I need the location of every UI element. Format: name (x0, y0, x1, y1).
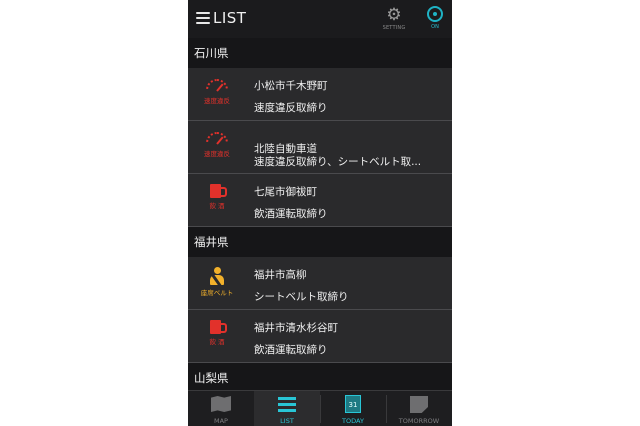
speed-violation-tag: 速度違反 (204, 150, 230, 158)
gear-icon: ⚙ (386, 5, 402, 25)
list-item[interactable]: 速度違反 北陸自動車道 速度違反取締り、シートベルト取... (188, 121, 452, 174)
speed-violation-tag: 速度違反 (204, 97, 230, 105)
seatbelt-tag: 座席ベルト (200, 289, 234, 297)
calendar-page-icon (410, 396, 428, 413)
tab-tomorrow-label: TOMORROW (398, 417, 440, 425)
radar-icon (427, 6, 443, 22)
list-item-kind: 飲酒運転取締り (254, 344, 328, 356)
list-item[interactable]: 座席ベルト 福井市高柳 シートベルト取締り (188, 257, 452, 310)
drunk-driving-tag: 飲 酒 (209, 338, 225, 346)
enforcement-list: 石川県 速度違反 小松市千木野町 速度違反取締り 速度違反 北陸自動車道 速度違… (188, 38, 452, 393)
tab-list[interactable]: LIST (254, 391, 320, 426)
list-item-kind: 速度違反取締り、シートベルト取... (254, 156, 422, 168)
seatbelt-icon: 座席ベルト (192, 265, 242, 305)
setting-button[interactable]: ⚙ SETTING (380, 6, 408, 31)
list-item-place: 小松市千木野町 (254, 80, 328, 92)
list-item-place: 七尾市御祓町 (254, 186, 317, 198)
page-title: LIST (213, 9, 247, 27)
setting-label: SETTING (382, 25, 406, 31)
radar-on-label: ON (431, 24, 439, 30)
hamburger-menu-icon[interactable] (196, 12, 210, 24)
tab-tomorrow[interactable]: TOMORROW (386, 391, 452, 426)
list-item-place: 福井市清水杉谷町 (254, 322, 338, 334)
tab-map[interactable]: MAP (188, 391, 254, 426)
list-item[interactable]: 飲 酒 福井市清水杉谷町 飲酒運転取締り (188, 310, 452, 363)
tab-today-label: TODAY (342, 417, 364, 425)
list-item[interactable]: 速度違反 小松市千木野町 速度違反取締り (188, 68, 452, 121)
list-item-kind: 飲酒運転取締り (254, 208, 328, 220)
list-item-kind: 速度違反取締り (254, 102, 328, 114)
section-header-ishikawa: 石川県 (188, 38, 452, 68)
tab-today[interactable]: 31 TODAY (320, 391, 386, 426)
speedometer-icon: 速度違反 (192, 76, 242, 116)
app-header: LIST ⚙ SETTING ON (188, 0, 452, 38)
radar-toggle-button[interactable]: ON (424, 6, 446, 30)
speedometer-icon: 速度違反 (192, 129, 242, 169)
calendar-icon: 31 (345, 395, 361, 413)
list-icon (278, 397, 296, 412)
beer-mug-icon: 飲 酒 (192, 318, 242, 358)
beer-mug-icon: 飲 酒 (192, 182, 242, 222)
tab-list-label: LIST (280, 417, 294, 425)
list-item-kind: シートベルト取締り (254, 291, 349, 303)
phone-screen: LIST ⚙ SETTING ON 石川県 速度違反 小松市千木野町 速度違反取… (188, 0, 452, 426)
section-header-fukui: 福井県 (188, 227, 452, 257)
section-header-yamanashi: 山梨県 (188, 363, 452, 393)
bottom-tab-bar: MAP LIST 31 TODAY TOMORROW (188, 390, 452, 426)
list-item[interactable]: 飲 酒 七尾市御祓町 飲酒運転取締り (188, 174, 452, 227)
list-item-place: 福井市高柳 (254, 269, 307, 281)
drunk-driving-tag: 飲 酒 (209, 202, 225, 210)
tab-map-label: MAP (214, 417, 228, 425)
map-icon (211, 396, 231, 412)
